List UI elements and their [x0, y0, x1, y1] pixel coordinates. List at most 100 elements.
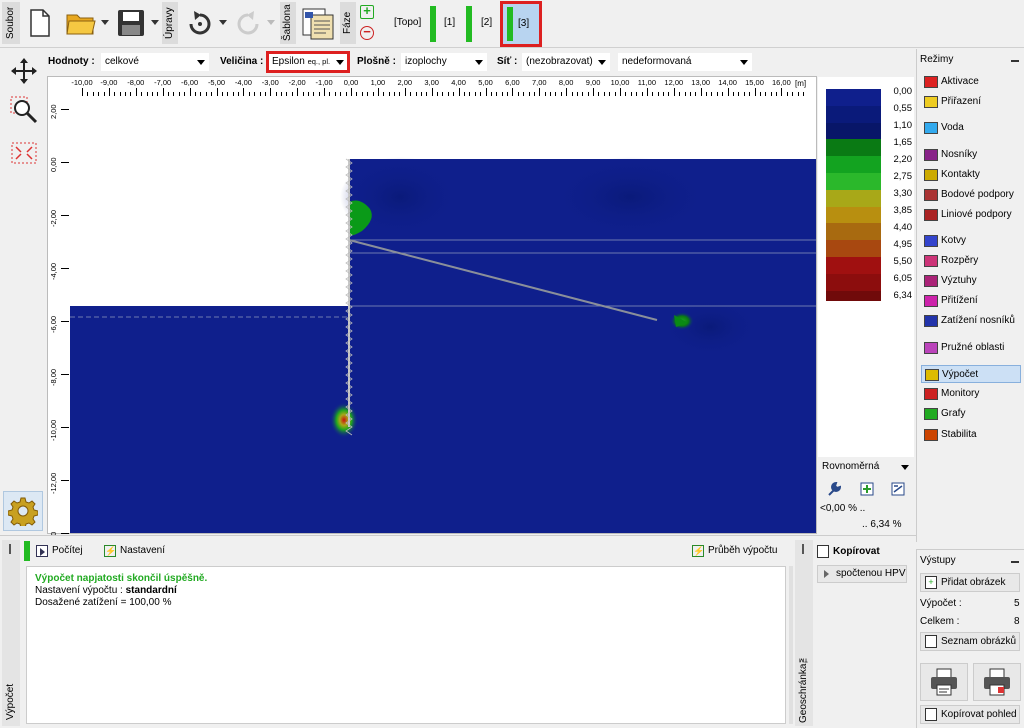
mode-icon: [924, 235, 938, 247]
mode-label: Voda: [941, 122, 964, 133]
mode-item[interactable]: Monitory: [921, 385, 1021, 403]
mode-item[interactable]: Bodové podpory: [921, 186, 1021, 204]
vypocet-side-tab[interactable]: Výpočet: [2, 540, 20, 726]
mode-item[interactable]: Grafy: [921, 405, 1021, 423]
open-file-button[interactable]: [64, 6, 98, 40]
bottom-scrollbar[interactable]: [789, 566, 793, 724]
mode-item[interactable]: Liniové podpory: [921, 206, 1021, 224]
deformation-dropdown[interactable]: nedeformovaná: [618, 53, 752, 71]
mode-item[interactable]: Aktivace: [921, 73, 1021, 91]
zoom-extents-button[interactable]: [8, 138, 40, 168]
scale-mode-dropdown[interactable]: Rovnoměrná: [818, 458, 913, 476]
save-button[interactable]: [114, 6, 148, 40]
legend-add-button[interactable]: [858, 481, 876, 497]
chevron-down-icon: [197, 60, 205, 65]
zoom-tool-button[interactable]: [8, 94, 40, 126]
mode-icon: [924, 429, 938, 441]
x-minor-tick: [797, 92, 799, 96]
seznam-label: Seznam obrázků: [941, 636, 1017, 647]
x-minor-tick: [571, 92, 573, 96]
menu-sablona[interactable]: Šablona: [280, 2, 296, 44]
menu-soubor[interactable]: Soubor: [2, 2, 20, 44]
outputs-collapse-icon[interactable]: [1011, 561, 1019, 563]
add-stage-button[interactable]: +: [360, 4, 374, 19]
modes-collapse-icon[interactable]: [1011, 60, 1019, 62]
new-file-button[interactable]: [26, 6, 54, 40]
mode-item[interactable]: Pružné oblasti: [921, 339, 1021, 357]
seznam-obrazku-button[interactable]: Seznam obrázků: [920, 632, 1020, 651]
x-minor-tick: [636, 92, 638, 96]
outputs-vypocet-count: 5: [1014, 598, 1020, 609]
velicina-dropdown[interactable]: Epsilon eq., pl.: [266, 51, 350, 73]
x-minor-tick: [576, 92, 578, 96]
x-minor-tick: [442, 92, 444, 96]
nastaveni-button[interactable]: ⚡ Nastavení: [104, 544, 165, 558]
mode-item[interactable]: Kotvy: [921, 232, 1021, 250]
mode-icon: [924, 315, 938, 327]
hodnoty-dropdown[interactable]: celkové: [101, 53, 209, 71]
pan-tool-button[interactable]: [8, 56, 40, 86]
x-minor-tick: [394, 92, 396, 96]
legend-max-label: .. 6,34 %: [862, 519, 902, 530]
save-dropdown-arrow[interactable]: [151, 20, 159, 25]
y-tick-mark: [61, 268, 69, 269]
stage-tab-3[interactable]: [3]: [518, 18, 529, 29]
pocitej-button[interactable]: Počítej: [36, 544, 83, 558]
undo-button[interactable]: [184, 8, 216, 40]
x-minor-tick: [232, 92, 234, 96]
mode-item[interactable]: Rozpěry: [921, 252, 1021, 270]
mode-item[interactable]: Přitížení: [921, 292, 1021, 310]
stage-3-color-bar: [507, 7, 513, 41]
x-minor-tick: [114, 92, 116, 96]
x-tick-mark: [431, 88, 433, 96]
x-minor-tick: [453, 92, 455, 96]
legend-value: 1,10: [893, 120, 913, 131]
mode-item[interactable]: Výpočet: [921, 365, 1021, 383]
stage-tab-1[interactable]: [1]: [444, 17, 455, 28]
mode-item[interactable]: Zatížení nosníků: [921, 312, 1021, 330]
x-tick-label: 2,00: [397, 78, 413, 87]
mode-item[interactable]: Voda: [921, 119, 1021, 137]
x-minor-tick: [157, 92, 159, 96]
velicina-value: Epsilon: [272, 56, 305, 67]
x-minor-tick: [356, 92, 358, 96]
legend-settings-button[interactable]: [824, 480, 844, 498]
mode-item[interactable]: Nosníky: [921, 146, 1021, 164]
x-tick-mark: [270, 88, 272, 96]
sit-dropdown[interactable]: (nezobrazovat): [522, 53, 610, 71]
mode-item[interactable]: Kontakty: [921, 166, 1021, 184]
legend-range-button[interactable]: [889, 481, 907, 497]
stage-tab-2[interactable]: [2]: [481, 17, 492, 28]
mode-item[interactable]: Výztuhy: [921, 272, 1021, 290]
legend-value: 2,75: [893, 171, 913, 182]
x-minor-tick: [711, 92, 713, 96]
prubeh-vypoctu-button[interactable]: ⚡ Průběh výpočtu: [692, 544, 778, 558]
menu-faze[interactable]: Fáze: [340, 2, 356, 44]
plosne-dropdown[interactable]: izoplochy: [401, 53, 487, 71]
sit-label: Síť :: [497, 56, 518, 67]
print-button[interactable]: [920, 663, 968, 701]
x-minor-tick: [765, 92, 767, 96]
x-tick-mark: [243, 88, 245, 96]
template-button[interactable]: [300, 6, 336, 42]
mode-label: Monitory: [941, 388, 980, 399]
remove-stage-button[interactable]: −: [360, 25, 374, 40]
mode-item[interactable]: Stabilita: [921, 426, 1021, 444]
stage-tab-3-highlight[interactable]: [3]: [500, 1, 542, 47]
spoctenou-hpv-button[interactable]: spočtenou HPV: [817, 565, 907, 583]
x-tick-label: 16,00: [772, 78, 791, 87]
open-dropdown-arrow[interactable]: [101, 20, 109, 25]
kopirovat-pohled-button[interactable]: Kopírovat pohled: [920, 705, 1020, 724]
stage-tab-topo[interactable]: [Topo]: [394, 17, 421, 28]
mode-label: Grafy: [941, 408, 966, 419]
menu-upravy[interactable]: Úpravy: [162, 2, 178, 44]
undo-dropdown-arrow[interactable]: [219, 20, 227, 25]
x-minor-tick: [463, 92, 465, 96]
geoschranka-side-tab[interactable]: Geoschránka™: [795, 540, 813, 726]
mode-item[interactable]: Přiřazení: [921, 93, 1021, 111]
legend-min-label: <0,00 % ..: [820, 503, 866, 514]
x-minor-tick: [367, 92, 369, 96]
print-preview-button[interactable]: [973, 663, 1021, 701]
pridat-obrazek-button[interactable]: + Přidat obrázek: [920, 573, 1020, 592]
settings-gear-button[interactable]: [3, 491, 43, 531]
